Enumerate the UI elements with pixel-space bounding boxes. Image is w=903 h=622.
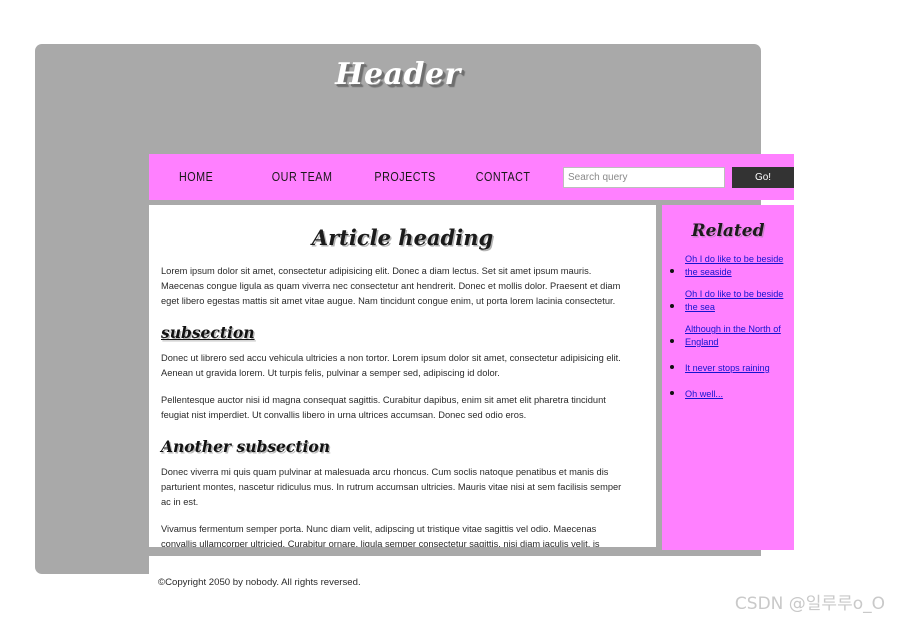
watermark: CSDN @일루루o_O [734, 594, 885, 614]
nav-link-our-team[interactable]: OUR TEAM [262, 170, 343, 184]
subsection-heading-2: Another subsection [161, 437, 331, 456]
search-form: Go! [563, 166, 794, 188]
sidebar-heading: Related [691, 221, 765, 241]
related-link-1[interactable]: Oh I do like to be beside the seaside [685, 253, 784, 279]
related-link-4[interactable]: It never stops raining [685, 362, 770, 375]
nav-link-home[interactable]: HOME [156, 170, 237, 184]
subsection-2-paragraph-1: Donec viverra mi quis quam pulvinar at m… [161, 467, 622, 508]
site-header: Header [35, 44, 761, 104]
article-heading: Article heading [311, 225, 494, 250]
list-item: Oh I do like to be beside the seaside [685, 253, 788, 280]
site-footer: ©Copyright 2050 by nobody. All rights re… [149, 556, 794, 604]
list-item: Although in the North of England [685, 323, 788, 350]
related-link-3[interactable]: Although in the North of England [685, 323, 784, 349]
subsection-2-paragraph-2: Vivamus fermentum semper porta. Nunc dia… [161, 524, 600, 547]
navigation-bar: HOME OUR TEAM PROJECTS CONTACT Go! [149, 154, 794, 200]
page-wrapper: Header HOME OUR TEAM PROJECTS CONTACT Go… [35, 44, 794, 604]
nav-link-projects[interactable]: PROJECTS [364, 170, 445, 184]
list-item: Oh well... [685, 384, 788, 402]
subsection-1-paragraph-2: Pellentesque auctor nisi id magna conseq… [161, 395, 606, 421]
related-links-list: Oh I do like to be beside the seaside Oh… [668, 253, 788, 402]
related-link-5[interactable]: Oh well... [685, 388, 723, 401]
list-item: Oh I do like to be beside the sea [685, 288, 788, 315]
article-intro-paragraph: Lorem ipsum dolor sit amet, consectetur … [161, 266, 621, 307]
copyright-text: ©Copyright 2050 by nobody. All rights re… [158, 577, 361, 588]
article-content: Article heading Lorem ipsum dolor sit am… [149, 205, 656, 547]
search-input[interactable] [563, 166, 725, 188]
list-item: It never stops raining [685, 358, 788, 376]
nav-link-contact[interactable]: CONTACT [462, 170, 543, 184]
subsection-heading-1: subsection [161, 323, 255, 342]
subsection-1-paragraph-1: Donec ut librero sed accu vehicula ultri… [161, 353, 621, 379]
search-go-button[interactable]: Go! [732, 166, 794, 188]
related-link-2[interactable]: Oh I do like to be beside the sea [685, 288, 784, 314]
page-title: Header [335, 56, 461, 92]
sidebar-related: Related Oh I do like to be beside the se… [662, 205, 794, 550]
